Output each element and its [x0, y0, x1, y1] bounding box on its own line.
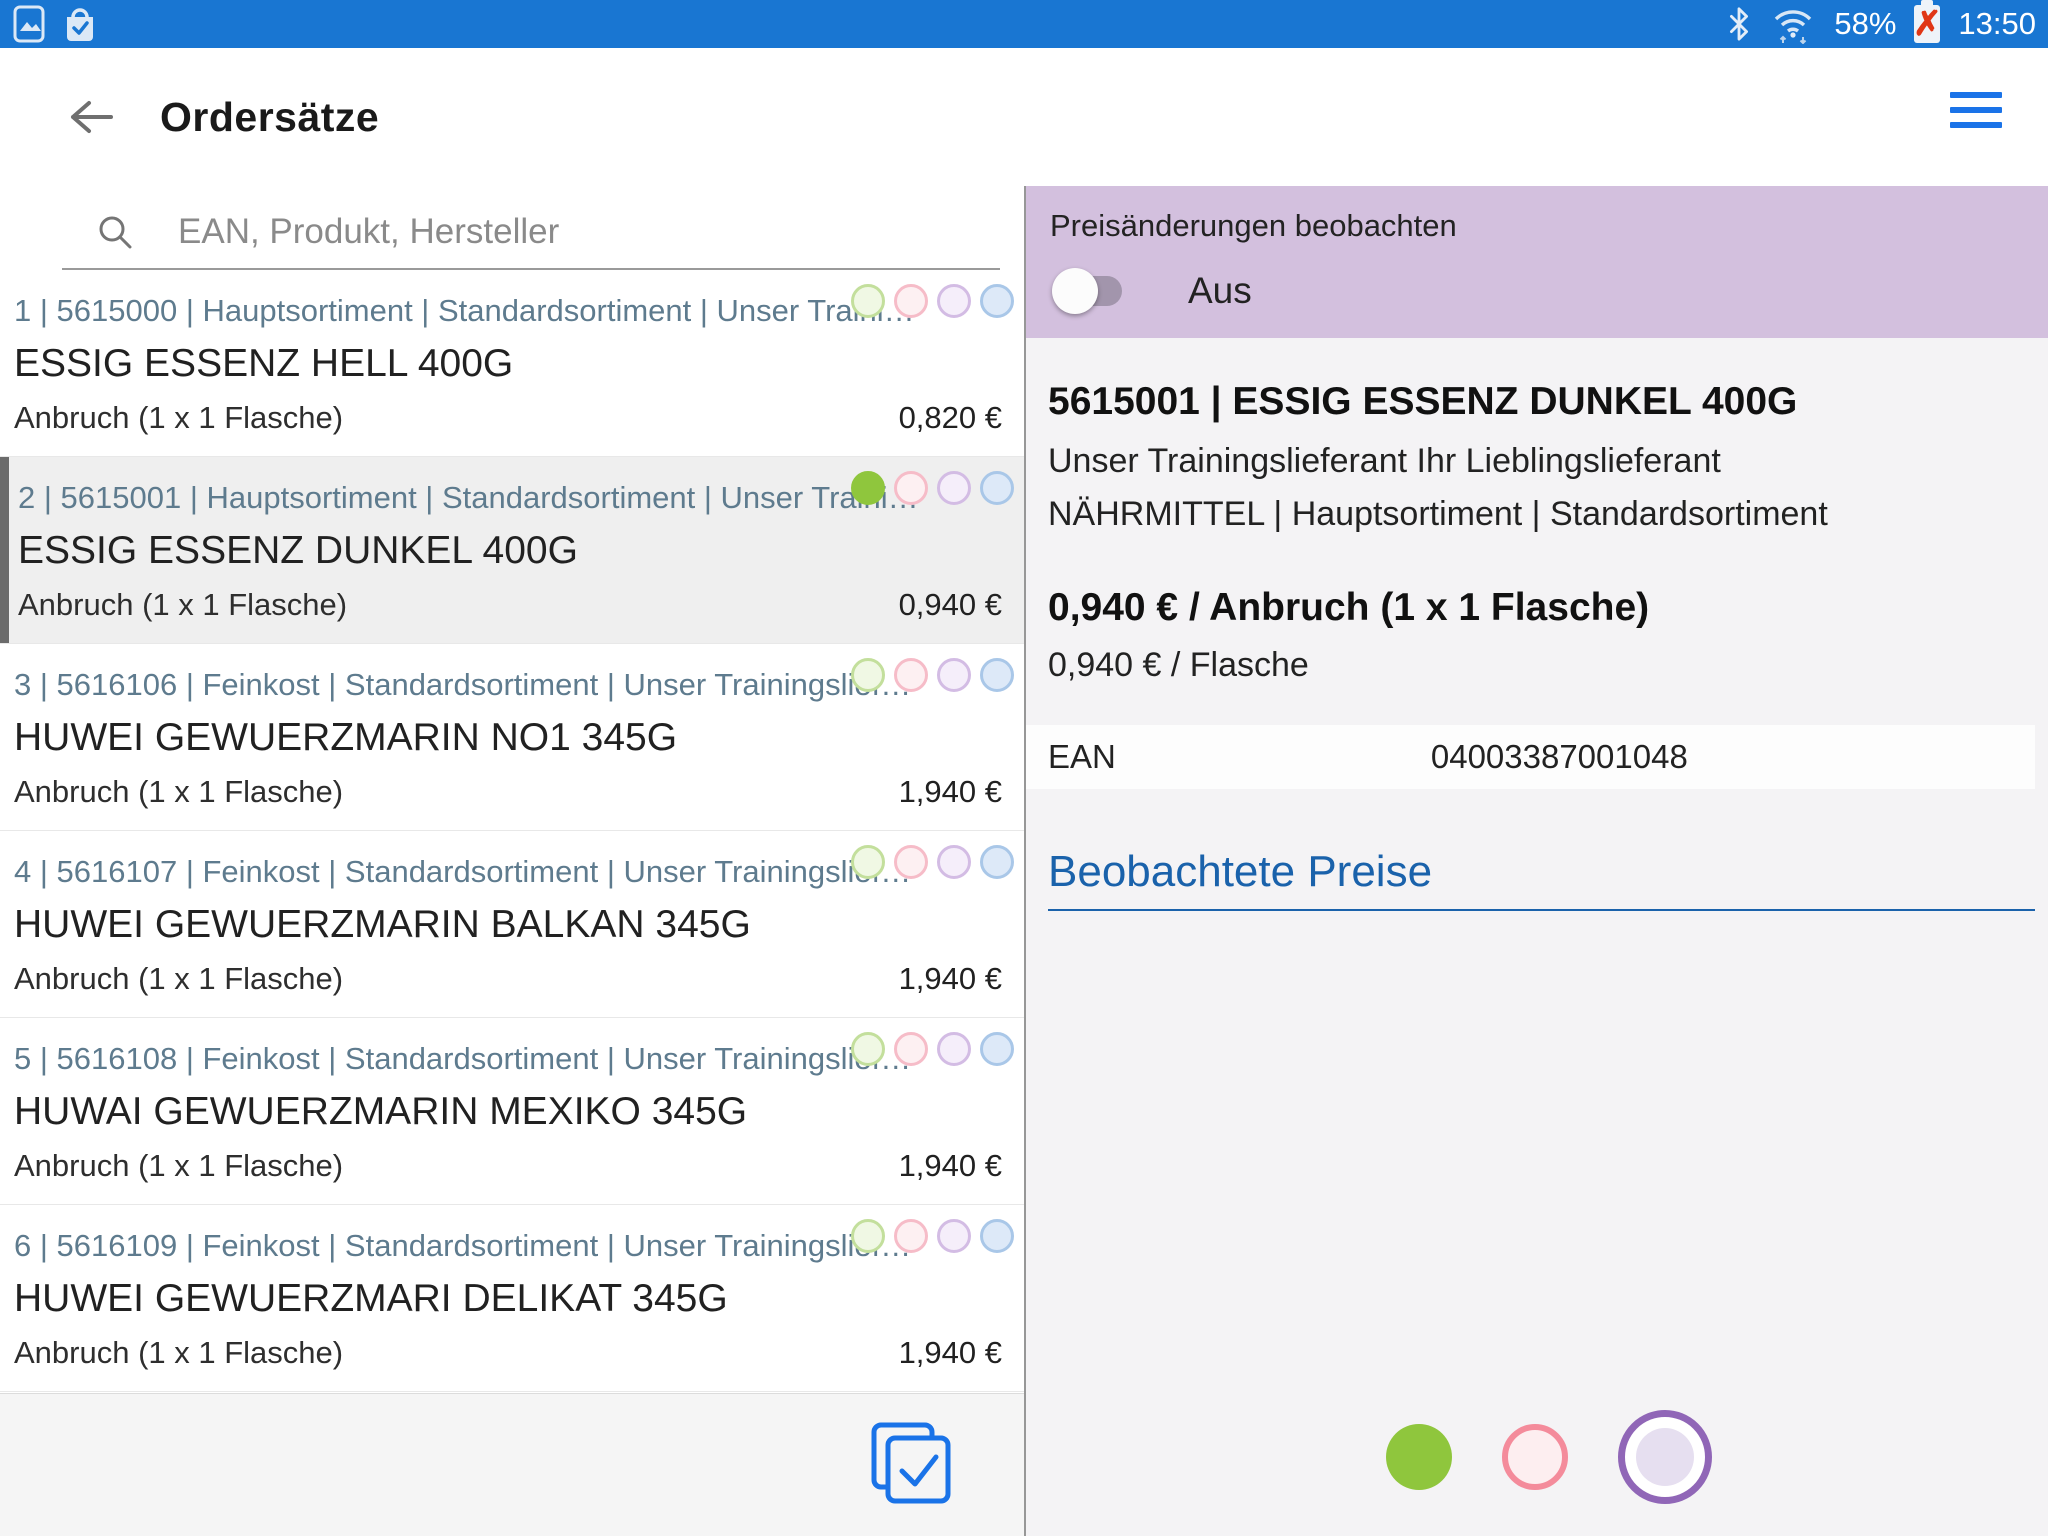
item-unit: Anbruch (1 x 1 Flasche) — [14, 1148, 343, 1184]
price-watch-dots — [851, 658, 1014, 692]
price-watch-dots — [851, 1032, 1014, 1066]
item-unit: Anbruch (1 x 1 Flasche) — [14, 774, 343, 810]
status-dot — [894, 845, 928, 879]
status-dot — [980, 658, 1014, 692]
price-watch-dots — [851, 284, 1014, 318]
status-dot — [851, 845, 885, 879]
price-watch-toggle[interactable] — [1056, 276, 1122, 306]
status-dot — [894, 1032, 928, 1066]
price-watch-dots — [851, 471, 1014, 505]
item-price: 1,940 € — [899, 1148, 1002, 1184]
item-name: ESSIG ESSENZ HELL 400G — [14, 334, 1002, 394]
page-title: Ordersätze — [160, 94, 379, 141]
item-name: HUWAI GEWUERZMARIN MEXIKO 345G — [14, 1082, 1002, 1142]
product-list: 1 | 5615000 | Hauptsortiment | Standards… — [0, 270, 1024, 1393]
search-bar — [62, 204, 1000, 270]
observed-prices-heading: Beobachtete Preise — [1048, 847, 2035, 897]
item-unit: Anbruch (1 x 1 Flasche) — [14, 961, 343, 997]
detail-supplier: Unser Trainingslieferant Ihr Lieblingsli… — [1048, 442, 2035, 481]
back-button[interactable] — [60, 87, 120, 147]
item-unit: Anbruch (1 x 1 Flasche) — [14, 400, 343, 436]
detail-price-sub: 0,940 € / Flasche — [1048, 646, 2035, 685]
app-header: Ordersätze — [0, 48, 2048, 186]
list-item-7-partial[interactable] — [0, 1392, 1024, 1393]
multi-select-check-icon — [870, 1421, 952, 1505]
detail-product-title: 5615001 | ESSIG ESSENZ DUNKEL 400G — [1048, 380, 2035, 424]
price-watch-dots — [851, 1219, 1014, 1253]
list-action-bar — [0, 1393, 1024, 1536]
status-circle-pink[interactable] — [1502, 1424, 1568, 1490]
item-price: 0,940 € — [899, 587, 1002, 623]
item-unit: Anbruch (1 x 1 Flasche) — [14, 1335, 343, 1371]
ean-value: 04003387001048 — [1431, 738, 1688, 776]
wifi-icon — [1770, 4, 1816, 44]
status-dot — [894, 658, 928, 692]
status-dot — [851, 658, 885, 692]
observed-prices-divider — [1048, 909, 2035, 911]
status-dot — [894, 1219, 928, 1253]
toggle-state-label: Aus — [1188, 270, 1252, 312]
item-price: 0,820 € — [899, 400, 1002, 436]
status-dot — [980, 845, 1014, 879]
status-dot — [851, 284, 885, 318]
status-dot — [851, 1032, 885, 1066]
search-icon — [96, 213, 134, 251]
ean-label: EAN — [1048, 738, 1116, 776]
item-name: ESSIG ESSENZ DUNKEL 400G — [18, 521, 1002, 581]
item-name: HUWEI GEWUERZMARIN BALKAN 345G — [14, 895, 1002, 955]
status-dot — [937, 845, 971, 879]
price-status-legend — [1026, 1410, 2048, 1504]
status-dot — [851, 471, 885, 505]
list-item-6[interactable]: 6 | 5616109 | Feinkost | Standardsortime… — [0, 1205, 1024, 1392]
back-arrow-icon — [67, 99, 113, 135]
status-dot — [937, 1219, 971, 1253]
status-dot — [980, 471, 1014, 505]
list-item-1[interactable]: 1 | 5615000 | Hauptsortiment | Standards… — [0, 270, 1024, 457]
list-item-3[interactable]: 3 | 5616106 | Feinkost | Standardsortime… — [0, 644, 1024, 831]
item-price: 1,940 € — [899, 961, 1002, 997]
price-watch-band: Preisänderungen beobachten Aus — [1026, 186, 2048, 338]
item-price: 1,940 € — [899, 1335, 1002, 1371]
item-price: 1,940 € — [899, 774, 1002, 810]
product-list-panel: 1 | 5615000 | Hauptsortiment | Standards… — [0, 186, 1026, 1536]
detail-price-main: 0,940 € / Anbruch (1 x 1 Flasche) — [1048, 586, 2035, 630]
bluetooth-icon — [1726, 5, 1752, 43]
status-dot — [937, 471, 971, 505]
status-dot — [937, 1032, 971, 1066]
status-dot — [980, 284, 1014, 318]
price-watch-label: Preisänderungen beobachten — [1050, 208, 2024, 244]
battery-x-icon: ✗ — [1914, 5, 1940, 43]
item-name: HUWEI GEWUERZMARIN NO1 345G — [14, 708, 1002, 768]
screenshot-icon — [12, 4, 46, 44]
status-dot — [980, 1032, 1014, 1066]
battery-percent: 58% — [1834, 6, 1896, 42]
status-dot — [937, 284, 971, 318]
status-dot — [937, 658, 971, 692]
item-name: HUWEI GEWUERZMARI DELIKAT 345G — [14, 1269, 1002, 1329]
status-circle-purple-selected[interactable] — [1618, 1410, 1712, 1504]
list-item-4[interactable]: 4 | 5616107 | Feinkost | Standardsortime… — [0, 831, 1024, 1018]
multi-select-button[interactable] — [870, 1421, 952, 1510]
status-dot — [851, 1219, 885, 1253]
status-circle-green[interactable] — [1386, 1424, 1452, 1490]
status-bar: 58% ✗ 13:50 — [0, 0, 2048, 48]
status-dot — [980, 1219, 1014, 1253]
price-watch-dots — [851, 845, 1014, 879]
product-detail-panel: Preisänderungen beobachten Aus 5615001 |… — [1026, 186, 2048, 1536]
status-dot — [894, 284, 928, 318]
item-unit: Anbruch (1 x 1 Flasche) — [18, 587, 347, 623]
ean-row: EAN 04003387001048 — [1026, 725, 2035, 789]
list-item-2-selected[interactable]: 2 | 5615001 | Hauptsortiment | Standards… — [0, 457, 1024, 644]
shopping-bag-check-icon — [62, 4, 98, 44]
list-item-5[interactable]: 5 | 5616108 | Feinkost | Standardsortime… — [0, 1018, 1024, 1205]
search-input[interactable] — [178, 212, 1000, 252]
status-dot — [894, 471, 928, 505]
menu-icon — [1950, 92, 2002, 98]
menu-button[interactable] — [1950, 92, 2002, 128]
clock: 13:50 — [1958, 6, 2036, 42]
detail-category: NÄHRMITTEL | Hauptsortiment | Standardso… — [1048, 495, 2035, 534]
